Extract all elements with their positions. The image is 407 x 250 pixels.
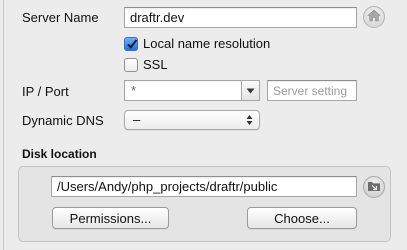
- local-resolution-row[interactable]: Local name resolution: [124, 36, 270, 51]
- ip-port-label: IP / Port: [22, 84, 69, 99]
- server-name-label: Server Name: [22, 10, 99, 25]
- local-resolution-checkbox[interactable]: [124, 36, 138, 51]
- ip-combobox[interactable]: *: [124, 80, 260, 101]
- folder-reveal-icon: [367, 180, 381, 195]
- port-input[interactable]: [267, 80, 357, 101]
- dynamic-dns-label: Dynamic DNS: [22, 113, 104, 128]
- disk-location-title: Disk location: [22, 147, 97, 161]
- home-icon: [367, 9, 381, 25]
- reveal-folder-button[interactable]: [363, 176, 385, 198]
- server-name-input[interactable]: [124, 7, 357, 28]
- ssl-row[interactable]: SSL: [124, 57, 168, 72]
- checkmark-icon: [127, 38, 138, 49]
- choose-button[interactable]: Choose...: [247, 207, 357, 229]
- up-down-arrows-icon: [246, 114, 253, 129]
- ip-value: *: [131, 83, 137, 98]
- ssl-checkbox[interactable]: [124, 57, 138, 72]
- dynamic-dns-popup[interactable]: –: [124, 110, 260, 130]
- window-edge: [3, 0, 4, 250]
- disk-path-input[interactable]: [51, 176, 357, 197]
- home-button[interactable]: [363, 6, 385, 28]
- permissions-button[interactable]: Permissions...: [52, 207, 169, 229]
- ssl-label: SSL: [143, 57, 168, 72]
- chevron-down-icon: [246, 88, 255, 93]
- dynamic-dns-value: –: [133, 112, 141, 127]
- local-resolution-label: Local name resolution: [143, 36, 271, 51]
- ip-combo-arrow-button[interactable]: [241, 81, 259, 100]
